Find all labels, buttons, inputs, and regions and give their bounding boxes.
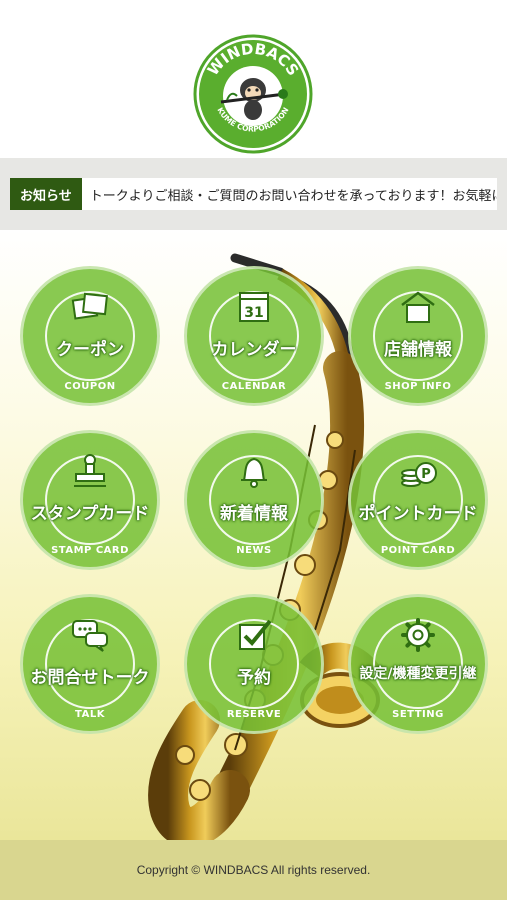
shop-info-label: 店舗情報 <box>384 340 452 360</box>
calendar-sublabel: CALENDAR <box>221 381 287 392</box>
point-card-label: ポイントカード <box>358 504 478 524</box>
coupon-sublabel: COUPON <box>64 381 116 392</box>
calendar-icon: 31 <box>239 292 269 322</box>
calendar-button[interactable]: 31 カレンダー CALENDAR <box>184 266 324 406</box>
stamp-card-sublabel: STAMP CARD <box>51 545 129 556</box>
news-label: お知らせ <box>10 178 82 210</box>
svg-text:31: 31 <box>244 305 263 321</box>
point-card-sublabel: POINT CARD <box>380 545 456 556</box>
news-sublabel: NEWS <box>236 545 272 556</box>
main-menu: クーポン COUPON 31 カレンダー CALENDAR 店舗情報 SHOP … <box>0 230 507 840</box>
gear-icon <box>401 618 435 652</box>
shop-info-sublabel: SHOP INFO <box>384 381 452 392</box>
setting-label: 設定/機種変更引継 <box>359 666 477 682</box>
talk-label: お問合せトーク <box>30 668 150 688</box>
point-card-button[interactable]: P ポイントカード POINT CARD <box>348 430 488 570</box>
copyright-text: Copyright © WINDBACS All rights reserved… <box>136 863 371 877</box>
news-text: トークよりご相談・ご質問のお問い合わせを承っております！お気軽にご連絡ください。 <box>89 188 497 204</box>
header: WINDBACS KUME CORPORATION <box>0 0 507 158</box>
bell-icon <box>241 457 267 488</box>
talk-button[interactable]: お問合せトーク TALK <box>20 594 160 734</box>
news-button[interactable]: 新着情報 NEWS <box>184 430 324 570</box>
windbacs-logo: WINDBACS KUME CORPORATION <box>193 34 313 154</box>
setting-sublabel: SETTING <box>392 709 444 720</box>
setting-button[interactable]: 設定/機種変更引継 SETTING <box>348 594 488 734</box>
chat-icon <box>72 620 108 652</box>
coupon-button[interactable]: クーポン COUPON <box>20 266 160 406</box>
stamp-card-label: スタンプカード <box>30 504 150 524</box>
news-label-text: 新着情報 <box>220 504 288 524</box>
stamp-card-button[interactable]: スタンプカード STAMP CARD <box>20 430 160 570</box>
coins-icon: P <box>401 462 437 487</box>
news-ticker[interactable]: お知らせ トークよりご相談・ご質問のお問い合わせを承っております！お気軽にご連絡… <box>10 178 497 210</box>
stamp-icon <box>74 454 106 487</box>
calendar-label: カレンダー <box>211 340 297 360</box>
coupon-label: クーポン <box>56 340 124 360</box>
talk-sublabel: TALK <box>75 709 105 720</box>
reserve-sublabel: RESERVE <box>226 709 282 720</box>
footer: Copyright © WINDBACS All rights reserved… <box>0 840 507 900</box>
shop-icon <box>401 291 435 323</box>
svg-text:P: P <box>421 467 431 482</box>
news-band: お知らせ トークよりご相談・ご質問のお問い合わせを承っております！お気軽にご連絡… <box>0 158 507 230</box>
shop-info-button[interactable]: 店舗情報 SHOP INFO <box>348 266 488 406</box>
reserve-label: 予約 <box>237 668 271 688</box>
reserve-button[interactable]: 予約 RESERVE <box>184 594 324 734</box>
checkmark-icon <box>239 619 272 650</box>
coupon-icon <box>71 292 108 320</box>
